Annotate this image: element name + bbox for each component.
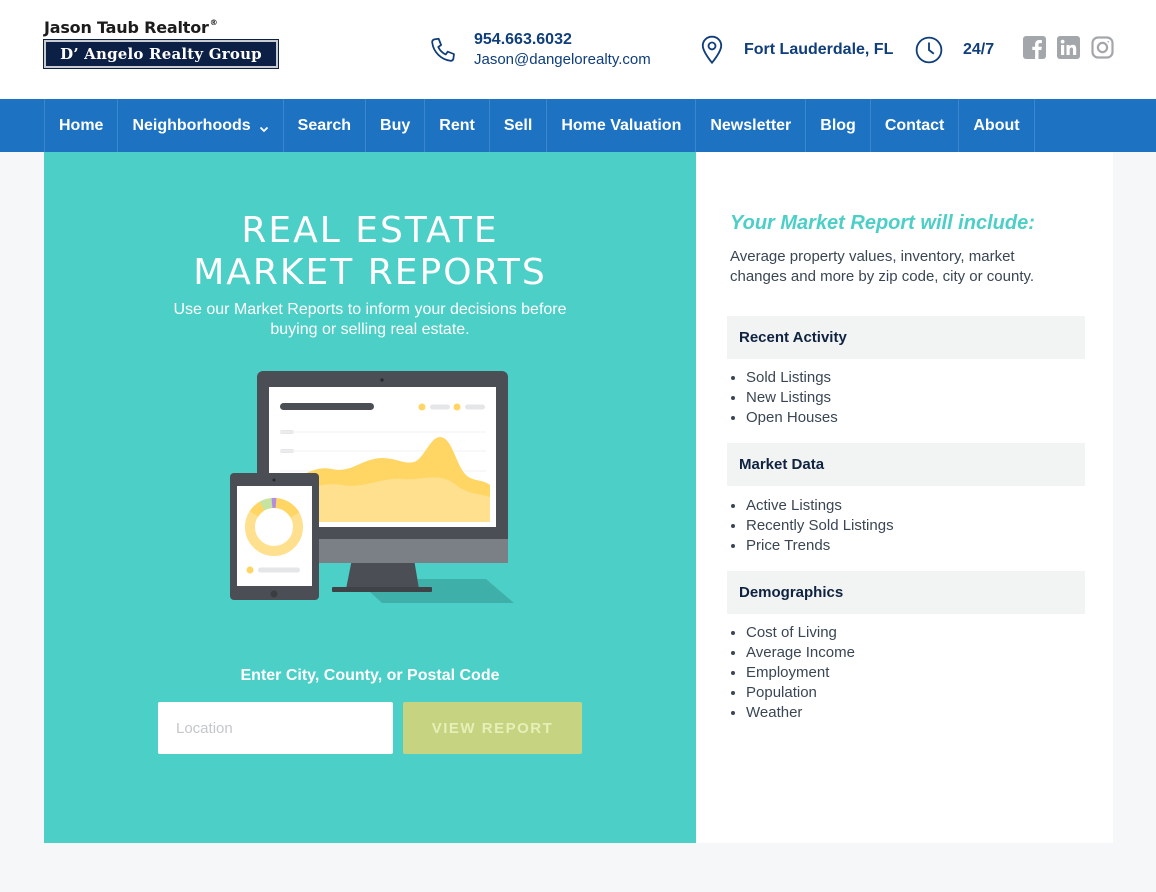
phone-number[interactable]: 954.663.6032 (474, 30, 651, 50)
linkedin-icon[interactable] (1057, 36, 1080, 59)
nav-newsletter-label: Newsletter (710, 116, 792, 134)
nav-neighborhoods[interactable]: Neighborhoods (118, 99, 284, 152)
list-item: Open Houses (746, 408, 838, 428)
nav-home[interactable]: Home (45, 99, 119, 152)
list-item: Weather (746, 703, 855, 723)
market-report-illustration (224, 367, 564, 617)
nav-contact[interactable]: Contact (871, 99, 960, 152)
hero-title-line-1: REAL ESTATE (241, 210, 499, 251)
hero-title: REAL ESTATE MARKET REPORTS (44, 210, 696, 294)
nav-search-label: Search (297, 116, 352, 134)
logo-company: D’ Angelo Realty Group (43, 39, 279, 69)
logo-name: Jason Taub Realtor® (44, 18, 278, 37)
view-report-button[interactable]: VIEW REPORT (403, 702, 582, 754)
nav-about-label: About (973, 116, 1020, 134)
nav-rent-label: Rent (439, 116, 475, 134)
phone-icon (428, 35, 458, 65)
nav-blog-label: Blog (820, 116, 856, 134)
location-contact: Fort Lauderdale, FL (700, 0, 893, 99)
report-contents-title: Your Market Report will include: (730, 212, 1035, 234)
location-input[interactable] (158, 702, 393, 754)
report-contents-description: Average property values, inventory, mark… (730, 248, 1035, 285)
nav-items: Home Neighborhoods Search Buy Rent Sell … (44, 99, 1035, 152)
list-item: New Listings (746, 388, 838, 408)
nav-buy[interactable]: Buy (366, 99, 426, 152)
nav-rent[interactable]: Rent (425, 99, 490, 152)
site-header: Jason Taub Realtor® D’ Angelo Realty Gro… (0, 0, 1156, 99)
social-links (1023, 36, 1114, 59)
chevron-down-icon (259, 121, 269, 132)
nav-contact-label: Contact (884, 116, 945, 134)
report-contents-panel: Your Market Report will include: Average… (696, 152, 1113, 843)
list-item: Sold Listings (746, 368, 838, 388)
logo[interactable]: Jason Taub Realtor® D’ Angelo Realty Gro… (43, 18, 279, 69)
location-prompt: Enter City, County, or Postal Code (240, 667, 500, 684)
hero-subtitle: Use our Market Reports to inform your de… (173, 301, 567, 338)
list-recent-activity: Sold Listings New Listings Open Houses (746, 368, 838, 428)
hours-text: 24/7 (963, 40, 995, 58)
nav-search[interactable]: Search (284, 99, 367, 152)
nav-about[interactable]: About (959, 99, 1035, 152)
nav-home-valuation[interactable]: Home Valuation (547, 99, 697, 152)
instagram-icon[interactable] (1091, 36, 1114, 59)
nav-blog[interactable]: Blog (806, 99, 871, 152)
list-item: Cost of Living (746, 623, 855, 643)
hero-title-line-2: MARKET REPORTS (193, 252, 547, 293)
phone-text: 954.663.6032 Jason@dangelorealty.com (474, 30, 651, 70)
list-item: Active Listings (746, 496, 894, 516)
list-item: Population (746, 683, 855, 703)
phone-contact[interactable]: 954.663.6032 Jason@dangelorealty.com (428, 0, 651, 99)
nav-home-valuation-label: Home Valuation (561, 116, 682, 134)
nav-home-label: Home (59, 116, 104, 134)
list-item: Recently Sold Listings (746, 516, 894, 536)
nav-newsletter[interactable]: Newsletter (696, 99, 807, 152)
section-heading-recent-activity: Recent Activity (727, 316, 1085, 359)
list-item: Price Trends (746, 536, 894, 556)
main-navigation: Home Neighborhoods Search Buy Rent Sell … (0, 99, 1156, 152)
list-item: Average Income (746, 643, 855, 663)
nav-sell[interactable]: Sell (490, 99, 548, 152)
location-text: Fort Lauderdale, FL (744, 40, 894, 58)
list-demographics: Cost of Living Average Income Employment… (746, 623, 855, 723)
section-heading-demographics: Demographics (727, 571, 1085, 614)
nav-neighborhoods-label: Neighborhoods (132, 116, 251, 134)
facebook-icon[interactable] (1023, 36, 1046, 59)
market-report-hero: REAL ESTATE MARKET REPORTS Use our Marke… (44, 152, 696, 843)
email-link[interactable]: Jason@dangelorealty.com (474, 50, 651, 70)
list-market-data: Active Listings Recently Sold Listings P… (746, 496, 894, 556)
hours-contact: 24/7 (915, 0, 994, 99)
clock-icon (915, 36, 943, 64)
nav-buy-label: Buy (380, 116, 411, 134)
list-item: Employment (746, 663, 855, 683)
logo-registered-mark: ® (209, 18, 218, 27)
logo-name-text: Jason Taub Realtor (44, 18, 209, 37)
section-heading-market-data: Market Data (727, 443, 1085, 486)
nav-sell-label: Sell (503, 116, 533, 134)
location-pin-icon (700, 35, 724, 65)
